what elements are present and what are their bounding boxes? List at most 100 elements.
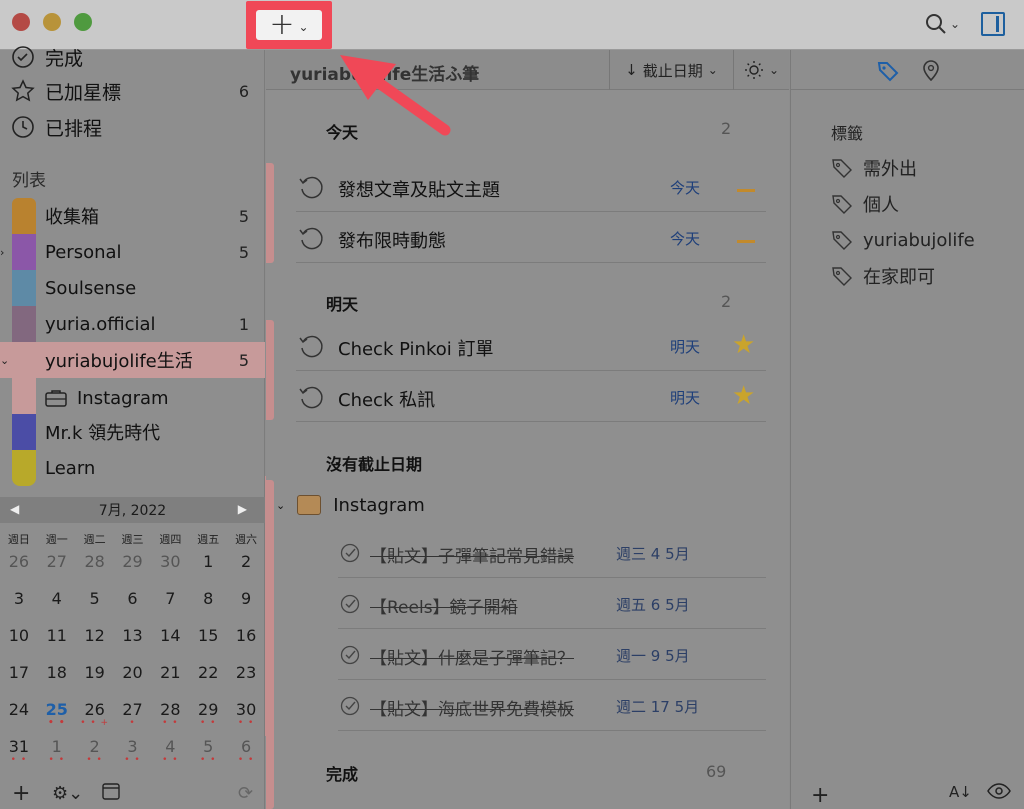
sidebar-item-yuria-official[interactable]: yuria.official 1 — [0, 306, 265, 342]
completed-task-row[interactable]: 【貼文】子彈筆記常見錯誤 週三 4 5月 — [338, 528, 766, 578]
briefcase-icon — [45, 390, 67, 407]
sort-tags-button[interactable]: A↓ — [949, 783, 972, 801]
calendar-day[interactable]: 30 — [151, 547, 189, 584]
calendar-day[interactable]: 24 — [0, 695, 38, 732]
sidebar-item-instagram[interactable]: Instagram — [45, 380, 265, 416]
tag-item[interactable]: yuriabujolife — [831, 225, 1011, 255]
task-row[interactable]: 發想文章及貼文主題 今天 — [296, 162, 766, 212]
completed-check-icon[interactable] — [340, 696, 360, 716]
calendar-day[interactable]: 6 • • — [227, 732, 265, 769]
sidebar-item-scheduled[interactable]: 已排程 — [10, 112, 255, 142]
repeat-circle-icon[interactable] — [298, 384, 324, 410]
sidebar-item-yuriabujolife[interactable]: ⌄ yuriabujolife生活 5 — [0, 342, 265, 378]
calendar-day[interactable]: 26 • • + — [76, 695, 114, 732]
close-window-button[interactable] — [12, 13, 30, 31]
completed-task-row[interactable]: 【Reels】鏡子開箱 週五 6 5月 — [338, 579, 766, 629]
sidebar-item-starred[interactable]: 已加星標 6 — [10, 76, 255, 106]
calendar-day[interactable]: 14 — [151, 621, 189, 658]
calendar-day[interactable]: 11 — [38, 621, 76, 658]
completed-check-icon[interactable] — [340, 645, 360, 665]
calendar-day[interactable]: 25 • • — [38, 695, 76, 732]
calendar-day[interactable]: 22 — [189, 658, 227, 695]
calendar-day[interactable]: 20 — [114, 658, 152, 695]
sidebar-item-learn[interactable]: Learn — [0, 450, 265, 486]
calendar-day[interactable]: 18 — [38, 658, 76, 695]
calendar-day-number: 30 — [235, 700, 257, 719]
view-options-button[interactable]: ⌄ — [733, 50, 789, 90]
calendar-day[interactable]: 31 • • — [0, 732, 38, 769]
calendar-day[interactable]: 19 — [76, 658, 114, 695]
sort-button[interactable]: ↓ 截止日期 ⌄ — [609, 50, 733, 90]
calendar-day[interactable]: 9 — [227, 584, 265, 621]
calendar-day[interactable]: 26 — [0, 547, 38, 584]
completed-task-row[interactable]: 【貼文】什麼是子彈筆記？ 週一 9 5月 — [338, 630, 766, 680]
sidebar-item-inbox[interactable]: 收集箱 5 — [0, 198, 265, 234]
gear-icon[interactable]: ⚙⌄ — [52, 783, 83, 804]
calendar-day[interactable]: 29 • • — [189, 695, 227, 732]
disclosure-down-icon[interactable]: ⌄ — [276, 499, 285, 512]
add-tag-icon[interactable]: + — [811, 783, 829, 808]
task-row[interactable]: Check Pinkoi 訂單 明天 ★ — [296, 321, 766, 371]
calendar-day[interactable]: 23 — [227, 658, 265, 695]
tag-icon[interactable] — [877, 60, 899, 82]
calendar-day[interactable]: 15 — [189, 621, 227, 658]
completed-check-icon[interactable] — [340, 543, 360, 563]
tag-item[interactable]: 個人 — [831, 189, 899, 219]
calendar-day[interactable]: 27 — [38, 547, 76, 584]
calendar-day[interactable]: 21 — [151, 658, 189, 695]
sidebar-item-soulsense[interactable]: Soulsense — [0, 270, 265, 306]
next-month-icon[interactable]: ▶ — [238, 502, 247, 516]
tag-item[interactable]: 需外出 — [831, 153, 917, 183]
calendar-day[interactable]: 12 — [76, 621, 114, 658]
completed-check-icon[interactable] — [340, 594, 360, 614]
sidebar-item-mrk[interactable]: Mr.k 領先時代 — [0, 414, 265, 450]
add-list-icon[interactable]: + — [12, 781, 30, 806]
calendar-day[interactable]: 30 • • — [227, 695, 265, 732]
repeat-circle-icon[interactable] — [298, 174, 324, 200]
search-button[interactable]: ⌄ — [924, 12, 960, 36]
calendar-day[interactable]: 1 • • — [38, 732, 76, 769]
calendar-toggle-icon[interactable] — [102, 782, 120, 805]
calendar-day[interactable]: 27 • — [114, 695, 152, 732]
calendar-day[interactable]: 1 — [189, 547, 227, 584]
calendar-day[interactable]: 2 • • — [76, 732, 114, 769]
location-pin-icon[interactable] — [921, 59, 941, 81]
previous-month-icon[interactable]: ◀ — [10, 502, 19, 516]
calendar-day-number: 21 — [160, 663, 181, 682]
calendar-day[interactable]: 5 • • — [189, 732, 227, 769]
repeat-circle-icon[interactable] — [298, 333, 324, 359]
star-outline-icon — [10, 78, 36, 104]
zoom-window-button[interactable] — [74, 13, 92, 31]
eye-icon[interactable] — [987, 783, 1011, 803]
repeat-circle-icon[interactable] — [298, 225, 324, 251]
calendar-day[interactable]: 4 • • — [151, 732, 189, 769]
calendar-day[interactable]: 4 — [38, 584, 76, 621]
calendar-day[interactable]: 29 — [114, 547, 152, 584]
star-icon[interactable]: ★ — [732, 383, 755, 409]
inspector-toggle-button[interactable] — [981, 12, 1005, 36]
task-row[interactable]: Check 私訊 明天 ★ — [296, 372, 766, 422]
calendar-day[interactable]: 8 — [189, 584, 227, 621]
calendar-day[interactable]: 17 — [0, 658, 38, 695]
calendar-day[interactable]: 28 — [76, 547, 114, 584]
calendar-day[interactable]: 13 — [114, 621, 152, 658]
calendar-day[interactable]: 2 — [227, 547, 265, 584]
star-icon[interactable]: ★ — [732, 332, 755, 358]
calendar-day[interactable]: 10 — [0, 621, 38, 658]
project-row-instagram[interactable]: ⌄ Instagram — [276, 487, 425, 523]
calendar-day[interactable]: 3 — [0, 584, 38, 621]
tag-item[interactable]: 在家即可 — [831, 261, 935, 291]
sidebar-item-personal[interactable]: › Personal 5 — [0, 234, 265, 270]
minimize-window-button[interactable] — [43, 13, 61, 31]
task-row[interactable]: 發布限時動態 今天 — [296, 213, 766, 263]
calendar-day[interactable]: 16 — [227, 621, 265, 658]
calendar-day[interactable]: 5 — [76, 584, 114, 621]
completed-task-row[interactable]: 【貼文】海底世界免費模板 週二 17 5月 — [338, 681, 766, 731]
calendar-day[interactable]: 6 — [114, 584, 152, 621]
sync-icon[interactable]: ⟳ — [238, 783, 253, 804]
calendar-day[interactable]: 28 • • — [151, 695, 189, 732]
sidebar-item-completed[interactable]: 完成 — [10, 42, 255, 72]
calendar-day[interactable]: 3 • • — [114, 732, 152, 769]
calendar-day[interactable]: 7 — [151, 584, 189, 621]
add-task-button[interactable]: + ⌄ — [256, 10, 322, 40]
